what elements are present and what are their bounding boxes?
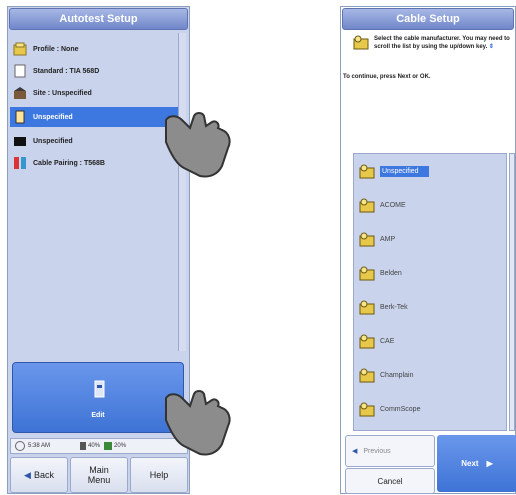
cable-reel-icon — [359, 402, 375, 417]
list-item[interactable]: Champlain — [358, 364, 498, 386]
panel-title: Cable Setup — [342, 8, 514, 30]
list-item[interactable]: Unspecified — [358, 160, 498, 182]
list-item-label: Profile : None — [33, 45, 79, 53]
edit-label: Edit — [91, 412, 105, 419]
manufacturer-list: Unspecified ACOME AMP Belden Berk-Tek CA… — [353, 153, 507, 431]
cable-reel-icon — [359, 334, 375, 349]
clock-icon — [15, 441, 25, 451]
profile-icon — [13, 42, 27, 56]
edit-button[interactable]: Edit — [12, 362, 184, 433]
manufacturer-label: Belden — [380, 269, 402, 277]
manufacturer-label: CAE — [380, 337, 395, 345]
list-item-standard[interactable]: Standard : TIA 568D — [10, 61, 180, 81]
cancel-button[interactable]: Cancel — [345, 468, 435, 494]
manufacturer-label: Unspecified — [380, 165, 429, 177]
battery-icon — [80, 442, 87, 450]
manufacturer-label: CommScope — [380, 405, 421, 413]
edit-icon — [94, 380, 105, 398]
black-box-icon — [14, 137, 26, 146]
panel-title: Autotest Setup — [9, 8, 188, 30]
list-item-label: Unspecified — [33, 113, 73, 121]
cable-icon — [15, 110, 25, 124]
list-item-label: Site : Unspecified — [33, 89, 92, 97]
list-item[interactable]: CommScope — [358, 398, 498, 420]
arrow-key-icon: ⇕ — [488, 44, 494, 50]
back-arrow-icon: ◀ — [352, 448, 358, 455]
list-item[interactable]: ACOME — [358, 194, 498, 216]
list-item-cable-pairing[interactable]: Cable Pairing : T568B — [10, 153, 180, 173]
document-icon — [14, 64, 26, 78]
continue-text: To continue, press Next or OK. — [343, 74, 431, 80]
cable-setup-panel: Cable Setup Select the cable manufacture… — [340, 6, 516, 494]
softkey-row: ◀ Back Main Menu Help — [10, 457, 188, 493]
list-scrollbar[interactable] — [509, 153, 515, 431]
cable-reel-icon — [353, 35, 369, 50]
hand-pointer-icon — [165, 390, 231, 456]
list-item-site[interactable]: Site : Unspecified — [10, 83, 180, 103]
list-item[interactable]: Belden — [358, 262, 498, 284]
cable-reel-icon — [359, 232, 375, 247]
pairing-icon — [14, 157, 26, 169]
cable-reel-icon — [359, 164, 375, 179]
previous-button[interactable]: ◀ Previous — [345, 435, 435, 467]
help-button[interactable]: Help — [130, 457, 188, 493]
list-item-label: Standard : TIA 568D — [33, 67, 100, 75]
manufacturer-label: ACOME — [380, 201, 406, 209]
manufacturer-label: Berk-Tek — [380, 303, 408, 311]
list-item-label: Unspecified — [33, 137, 73, 145]
cable-reel-icon — [359, 300, 375, 315]
list-item[interactable]: Berk-Tek — [358, 296, 498, 318]
main-menu-button[interactable]: Main Menu — [70, 457, 128, 493]
battery-level: 20% — [114, 443, 127, 449]
site-icon — [14, 87, 26, 99]
status-time: 5:38 AM — [28, 443, 51, 449]
next-arrow-icon: ▶ — [486, 459, 493, 468]
cable-reel-icon — [359, 368, 375, 383]
next-button[interactable]: Next ▶ — [437, 435, 516, 492]
list-item-cable[interactable]: Unspecified — [10, 107, 180, 127]
list-item[interactable]: CAE — [358, 330, 498, 352]
cable-reel-icon — [359, 198, 375, 213]
battery-level: 40% — [88, 443, 101, 449]
list-item-connector[interactable]: Unspecified — [10, 131, 180, 151]
hand-pointer-icon — [165, 112, 231, 178]
cancel-label: Cancel — [377, 476, 403, 486]
softkey-row: ◀ Previous Cancel Next ▶ — [341, 435, 516, 495]
manufacturer-label: AMP — [380, 235, 396, 243]
list-item-profile[interactable]: Profile : None — [10, 39, 180, 59]
list-item[interactable]: AMP — [358, 228, 498, 250]
main-menu-label: Main Menu — [87, 465, 111, 485]
help-label: Help — [149, 470, 169, 480]
manufacturer-label: Champlain — [380, 371, 414, 379]
next-label: Next — [461, 459, 479, 468]
back-button[interactable]: ◀ Back — [10, 457, 68, 493]
battery-icon — [104, 442, 113, 450]
list-scrollbar[interactable] — [178, 33, 186, 351]
back-label: Back — [33, 470, 54, 480]
previous-label: Previous — [363, 447, 391, 455]
back-arrow-icon: ◀ — [24, 470, 31, 480]
autotest-setup-list: Profile : None Standard : TIA 568D Site … — [10, 33, 180, 351]
instruction-block: Select the cable manufacturer. You may n… — [343, 35, 515, 81]
cable-reel-icon — [359, 266, 375, 281]
list-item-label: Cable Pairing : T568B — [33, 159, 105, 167]
